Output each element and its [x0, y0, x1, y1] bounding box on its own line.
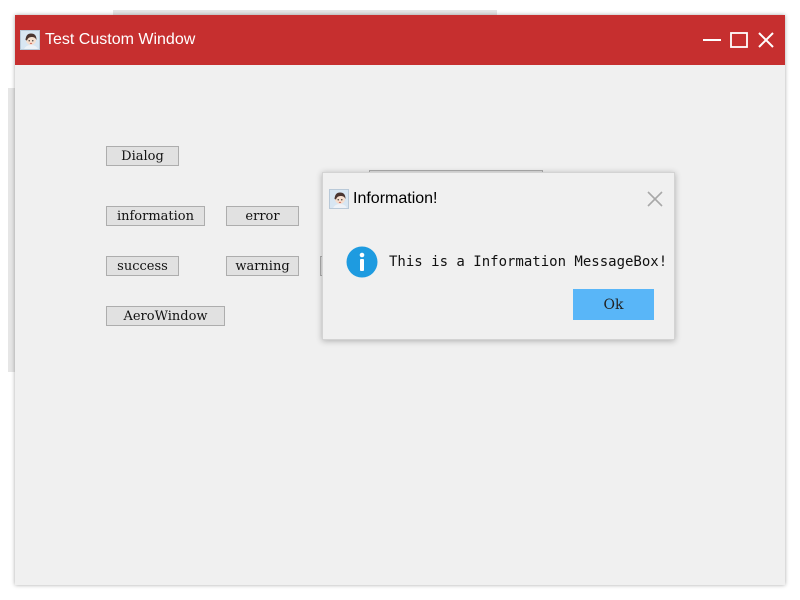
avatar-icon — [329, 189, 349, 209]
close-button[interactable] — [754, 28, 778, 52]
close-icon — [647, 191, 663, 207]
warning-button[interactable]: warning — [226, 256, 299, 276]
avatar-icon — [20, 30, 40, 50]
aero-window-button[interactable]: AeroWindow — [106, 306, 225, 326]
minimize-icon — [703, 39, 721, 41]
window-title: Test Custom Window — [45, 31, 196, 48]
maximize-icon — [730, 32, 748, 48]
maximize-button[interactable] — [727, 28, 751, 52]
success-button[interactable]: success — [106, 256, 179, 276]
information-button[interactable]: information — [106, 206, 205, 226]
ok-button[interactable]: Ok — [573, 289, 654, 320]
close-icon — [758, 32, 774, 48]
minimize-button[interactable] — [700, 28, 724, 52]
error-button[interactable]: error — [226, 206, 299, 226]
dialog-message: This is a Information MessageBox! — [389, 254, 668, 270]
dialog-button[interactable]: Dialog — [106, 146, 179, 166]
title-bar[interactable]: Test Custom Window — [15, 15, 785, 65]
dialog-close-button[interactable] — [645, 189, 665, 209]
info-circle-icon — [346, 246, 378, 278]
information-message-box: Information! This is a Information Messa… — [322, 172, 675, 340]
dialog-title: Information! — [353, 190, 438, 207]
